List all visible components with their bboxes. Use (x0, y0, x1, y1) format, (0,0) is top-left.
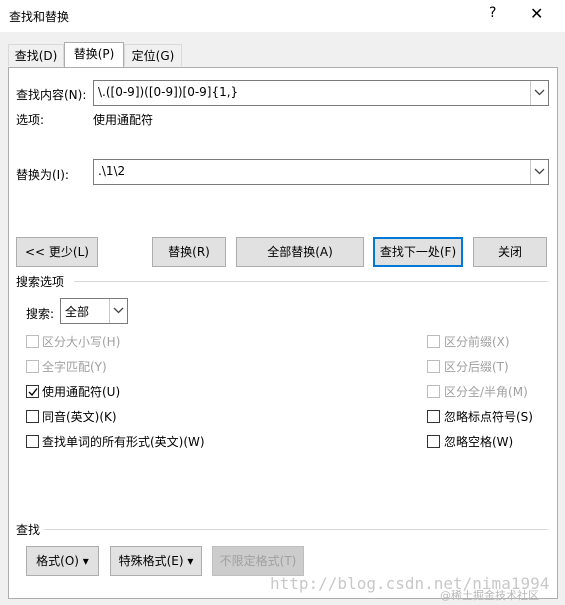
find-what-label: 查找内容(N): (16, 88, 87, 102)
checkmark-icon (28, 388, 38, 397)
ignore-whitespace-checkbox[interactable] (427, 435, 440, 448)
search-direction-arrow[interactable] (109, 299, 127, 323)
all-word-forms-checkbox[interactable] (26, 435, 39, 448)
search-direction-value[interactable]: 全部 (65, 303, 89, 320)
match-width-label: 区分全/半角(M) (444, 385, 528, 399)
chevron-down-icon (534, 89, 545, 96)
window-title: 查找和替换 (9, 10, 70, 24)
find-next-button[interactable]: 查找下一处(F) (373, 237, 463, 267)
replace-with-label: 替换为(I): (16, 168, 69, 182)
close-button[interactable]: 关闭 (473, 237, 547, 267)
match-width-checkbox[interactable] (427, 385, 440, 398)
replace-with-combo[interactable]: .\1\2 (93, 159, 549, 185)
less-button[interactable]: << 更少(L) (16, 237, 98, 267)
match-prefix-checkbox[interactable] (427, 335, 440, 348)
find-what-combo[interactable]: \.([0-9])([0-9])[0-9]{1,} (93, 80, 549, 106)
whole-word-checkbox[interactable] (26, 360, 39, 373)
replace-dropdown-arrow[interactable] (530, 160, 548, 184)
search-options-divider (74, 281, 548, 282)
ignore-whitespace-label: 忽略空格(W) (444, 435, 514, 449)
help-button[interactable]: ? (489, 5, 496, 21)
find-section-divider (44, 529, 548, 530)
sounds-like-checkbox[interactable] (26, 410, 39, 423)
replace-button[interactable]: 替换(R) (152, 237, 226, 267)
match-case-checkbox[interactable] (26, 335, 39, 348)
ignore-punctuation-checkbox[interactable] (427, 410, 440, 423)
search-direction-label: 搜索: (26, 307, 55, 321)
find-dropdown-arrow[interactable] (530, 81, 548, 105)
format-button[interactable]: 格式(O) ▾ (26, 546, 99, 576)
title-bar (0, 0, 565, 32)
special-button[interactable]: 特殊格式(E) ▾ (110, 546, 202, 576)
match-suffix-checkbox[interactable] (427, 360, 440, 373)
tab-goto[interactable]: 定位(G) (124, 44, 182, 66)
find-section-title: 查找 (16, 523, 41, 537)
ignore-punctuation-label: 忽略标点符号(S) (444, 410, 533, 424)
wildcards-label: 使用通配符(U) (42, 385, 121, 399)
all-word-forms-label: 查找单词的所有形式(英文)(W) (42, 435, 205, 449)
sounds-like-label: 同音(英文)(K) (42, 410, 117, 424)
tab-find[interactable]: 查找(D) (8, 44, 64, 66)
options-label: 选项: (16, 113, 45, 127)
find-what-value[interactable]: \.([0-9])([0-9])[0-9]{1,} (98, 85, 238, 99)
chevron-down-icon (534, 168, 545, 175)
match-suffix-label: 区分后缀(T) (444, 360, 509, 374)
watermark-credit: @稀土掘金技术社区 (440, 589, 539, 602)
replace-all-button[interactable]: 全部替换(A) (236, 237, 364, 267)
match-prefix-label: 区分前缀(X) (444, 335, 510, 349)
search-options-title: 搜索选项 (16, 275, 65, 289)
tab-replace[interactable]: 替换(P) (64, 42, 124, 67)
close-window-button[interactable]: ✕ (530, 4, 543, 23)
search-direction-select[interactable]: 全部 (60, 298, 128, 324)
no-formatting-button: 不限定格式(T) (212, 546, 304, 576)
options-value: 使用通配符 (93, 113, 154, 127)
chevron-down-icon (113, 307, 124, 314)
whole-word-label: 全字匹配(Y) (42, 360, 107, 374)
match-case-label: 区分大小写(H) (42, 335, 121, 349)
wildcards-checkbox[interactable] (26, 385, 39, 398)
replace-with-value[interactable]: .\1\2 (98, 164, 125, 178)
